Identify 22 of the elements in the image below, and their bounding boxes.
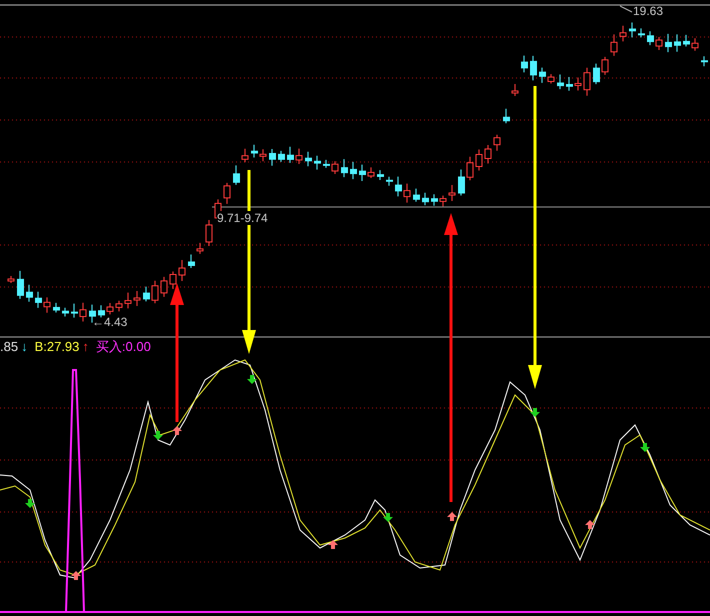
indicator-value: 买入:0.00 [96, 339, 151, 355]
price-label: 9.71-9.74 [217, 211, 268, 225]
down-arrow-icon [383, 513, 393, 522]
down-arrow-icon [640, 443, 650, 452]
down-arrow-icon [528, 86, 542, 389]
up-arrow-icon [170, 283, 184, 422]
price-label: ←4.43 [92, 315, 128, 329]
up-arrow-icon [444, 213, 458, 502]
indicator-value: .85 [0, 339, 18, 355]
up-arrow-icon [585, 520, 595, 529]
arrow-icon: ↑ [82, 339, 89, 355]
down-arrow-icon [153, 431, 163, 440]
arrow-icon: ↓ [21, 339, 28, 355]
up-arrow-icon [447, 512, 457, 521]
indicator-value: B:27.93 [34, 339, 80, 355]
down-arrow-icon [25, 499, 35, 508]
up-arrow-icon [71, 571, 81, 580]
down-arrow-icon [247, 375, 257, 384]
down-arrow-icon [530, 408, 540, 417]
up-arrow-icon [328, 540, 338, 549]
up-arrow-icon [172, 426, 182, 435]
price-label: 19.63 [633, 4, 664, 18]
